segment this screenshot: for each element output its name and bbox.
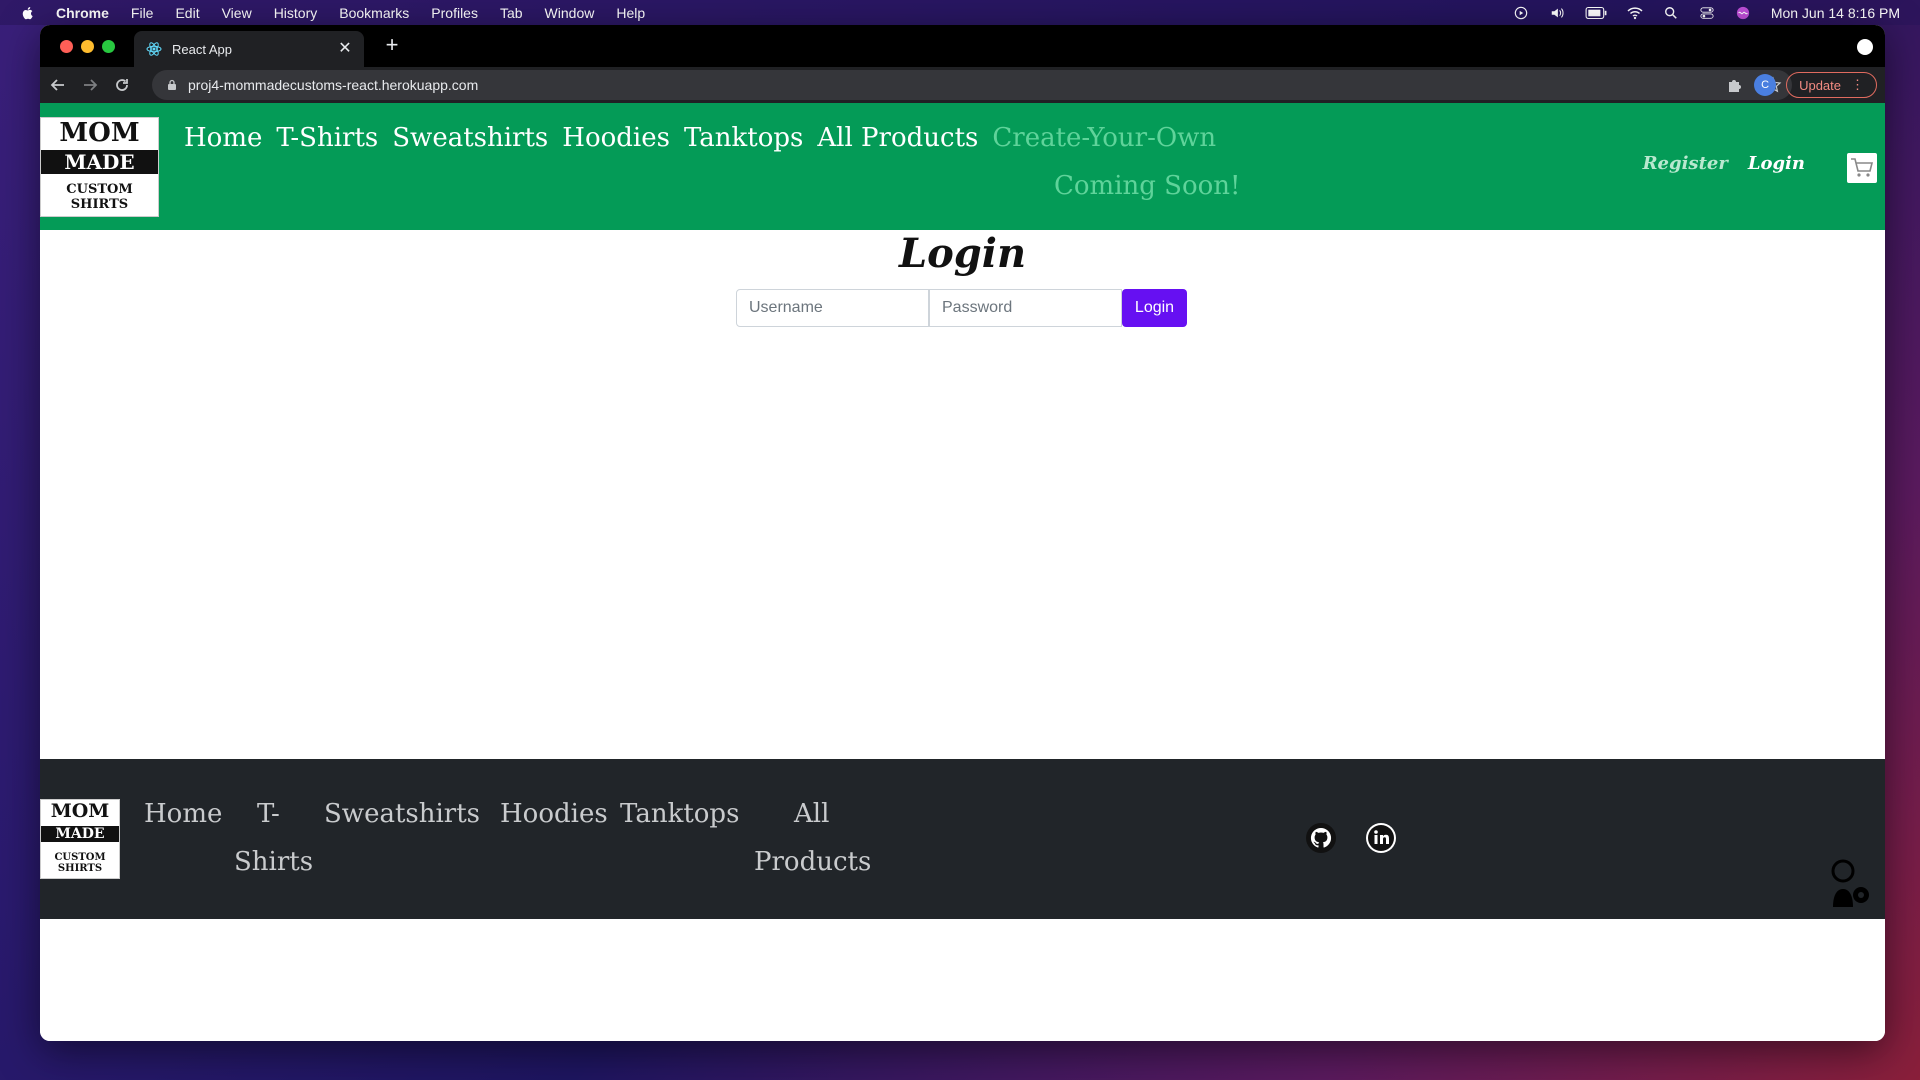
footer-nav-all-products-line2[interactable]: Products: [754, 847, 871, 877]
menu-window[interactable]: Window: [545, 5, 595, 21]
footer-nav-hoodies[interactable]: Hoodies: [500, 799, 608, 829]
menu-edit[interactable]: Edit: [175, 5, 199, 21]
menu-clock[interactable]: Mon Jun 14 8:16 PM: [1771, 5, 1900, 21]
title-bar: React App ✕ +: [40, 25, 1885, 67]
footer-logo[interactable]: MOM MADE CUSTOM SHIRTS: [40, 799, 120, 879]
update-button[interactable]: Update ⋮: [1786, 72, 1877, 98]
new-tab-icon[interactable]: +: [380, 33, 404, 57]
footer-nav-tanktops[interactable]: Tanktops: [620, 799, 739, 829]
menu-bookmarks[interactable]: Bookmarks: [339, 5, 409, 21]
nav-sweatshirts[interactable]: Sweatshirts: [392, 123, 548, 153]
menu-app-name[interactable]: Chrome: [56, 5, 109, 21]
coming-soon-label: Coming Soon!: [1054, 171, 1241, 201]
react-favicon-icon: [146, 42, 162, 56]
nav-all-products[interactable]: All Products: [817, 123, 978, 153]
browser-toolbar: proj4-mommadecustoms-react.herokuapp.com…: [40, 67, 1885, 103]
menu-view[interactable]: View: [222, 5, 252, 21]
main-nav: Home T-Shirts Sweatshirts Hoodies Tankto…: [184, 123, 1216, 153]
minimize-window-button[interactable]: [81, 39, 94, 53]
site-header: MOM MADE CUSTOM SHIRTS Home T-Shirts Swe…: [40, 103, 1885, 230]
nav-tanktops[interactable]: Tanktops: [684, 123, 803, 153]
battery-icon[interactable]: [1585, 6, 1607, 20]
tab-search-icon[interactable]: [1857, 39, 1873, 55]
browser-window: React App ✕ + proj4-mommadecustoms-react…: [40, 25, 1885, 1041]
volume-icon[interactable]: [1549, 6, 1565, 20]
site-footer: MOM MADE CUSTOM SHIRTS Home T- Shirts Sw…: [40, 759, 1885, 919]
window-controls: [60, 39, 115, 53]
apple-icon[interactable]: [20, 5, 36, 21]
footer-nav-home[interactable]: Home: [144, 799, 222, 829]
site-logo[interactable]: MOM MADE CUSTOM SHIRTS: [40, 117, 159, 217]
github-icon[interactable]: [1305, 822, 1337, 854]
username-input[interactable]: [736, 289, 929, 327]
lock-icon[interactable]: [166, 79, 178, 91]
logo-text-mom: MOM: [59, 118, 140, 148]
nav-create-your-own: Create-Your-Own: [992, 123, 1217, 153]
linkedin-icon[interactable]: [1365, 822, 1397, 854]
menu-help[interactable]: Help: [616, 5, 645, 21]
status-area: Mon Jun 14 8:16 PM: [1513, 0, 1900, 25]
close-window-button[interactable]: [60, 39, 73, 53]
toolbar-right: C Update ⋮: [1726, 70, 1877, 100]
address-bar[interactable]: proj4-mommadecustoms-react.herokuapp.com: [152, 70, 1792, 100]
siri-icon[interactable]: [1735, 6, 1751, 20]
update-label: Update: [1799, 77, 1841, 93]
nav-hoodies[interactable]: Hoodies: [562, 123, 670, 153]
tab-title: React App: [172, 41, 232, 57]
footer-nav-all-products-line1[interactable]: All: [794, 799, 829, 829]
page-title: Login: [898, 230, 1027, 277]
cart-icon[interactable]: [1847, 153, 1877, 183]
browser-tab[interactable]: React App ✕: [134, 31, 364, 67]
back-icon[interactable]: [44, 71, 72, 99]
register-link[interactable]: Register: [1643, 153, 1728, 174]
logo-text-made: MADE: [41, 150, 158, 174]
login-form: Login: [736, 289, 1187, 327]
login-submit-button[interactable]: Login: [1122, 289, 1187, 327]
footer-nav-tshirts-line2[interactable]: Shirts: [234, 847, 313, 877]
nav-home[interactable]: Home: [184, 123, 262, 153]
footer-logo-text-mom: MOM: [50, 800, 110, 822]
control-center-icon[interactable]: [1699, 6, 1715, 20]
macos-menu-bar: Chrome File Edit View History Bookmarks …: [0, 0, 1920, 25]
developer-badge-icon: [1831, 859, 1869, 907]
menu-tab[interactable]: Tab: [500, 5, 523, 21]
close-tab-icon[interactable]: ✕: [336, 40, 354, 58]
footer-logo-text-made: MADE: [41, 826, 119, 842]
url-text: proj4-mommadecustoms-react.herokuapp.com: [188, 77, 479, 93]
footer-nav-tshirts-line1[interactable]: T-: [257, 799, 280, 829]
page-viewport: MOM MADE CUSTOM SHIRTS Home T-Shirts Swe…: [40, 103, 1885, 1041]
search-icon[interactable]: [1663, 6, 1679, 20]
forward-icon[interactable]: [76, 71, 104, 99]
reload-icon[interactable]: [108, 71, 136, 99]
extensions-puzzle-icon[interactable]: [1726, 76, 1744, 94]
play-icon[interactable]: [1513, 6, 1529, 20]
profile-avatar[interactable]: C: [1754, 74, 1777, 96]
login-link[interactable]: Login: [1748, 153, 1805, 174]
wifi-icon[interactable]: [1627, 6, 1643, 20]
password-input[interactable]: [929, 289, 1122, 327]
footer-logo-text-custom-shirts: CUSTOM SHIRTS: [54, 852, 106, 874]
menu-history[interactable]: History: [274, 5, 318, 21]
nav-tshirts[interactable]: T-Shirts: [276, 123, 378, 153]
menu-profiles[interactable]: Profiles: [431, 5, 478, 21]
logo-text-custom-shirts: CUSTOM SHIRTS: [66, 182, 133, 212]
auth-links: Register Login: [1643, 153, 1805, 174]
zoom-window-button[interactable]: [102, 39, 115, 53]
footer-nav-sweatshirts[interactable]: Sweatshirts: [324, 799, 480, 829]
more-menu-icon[interactable]: ⋮: [1851, 77, 1864, 93]
menu-file[interactable]: File: [131, 5, 154, 21]
